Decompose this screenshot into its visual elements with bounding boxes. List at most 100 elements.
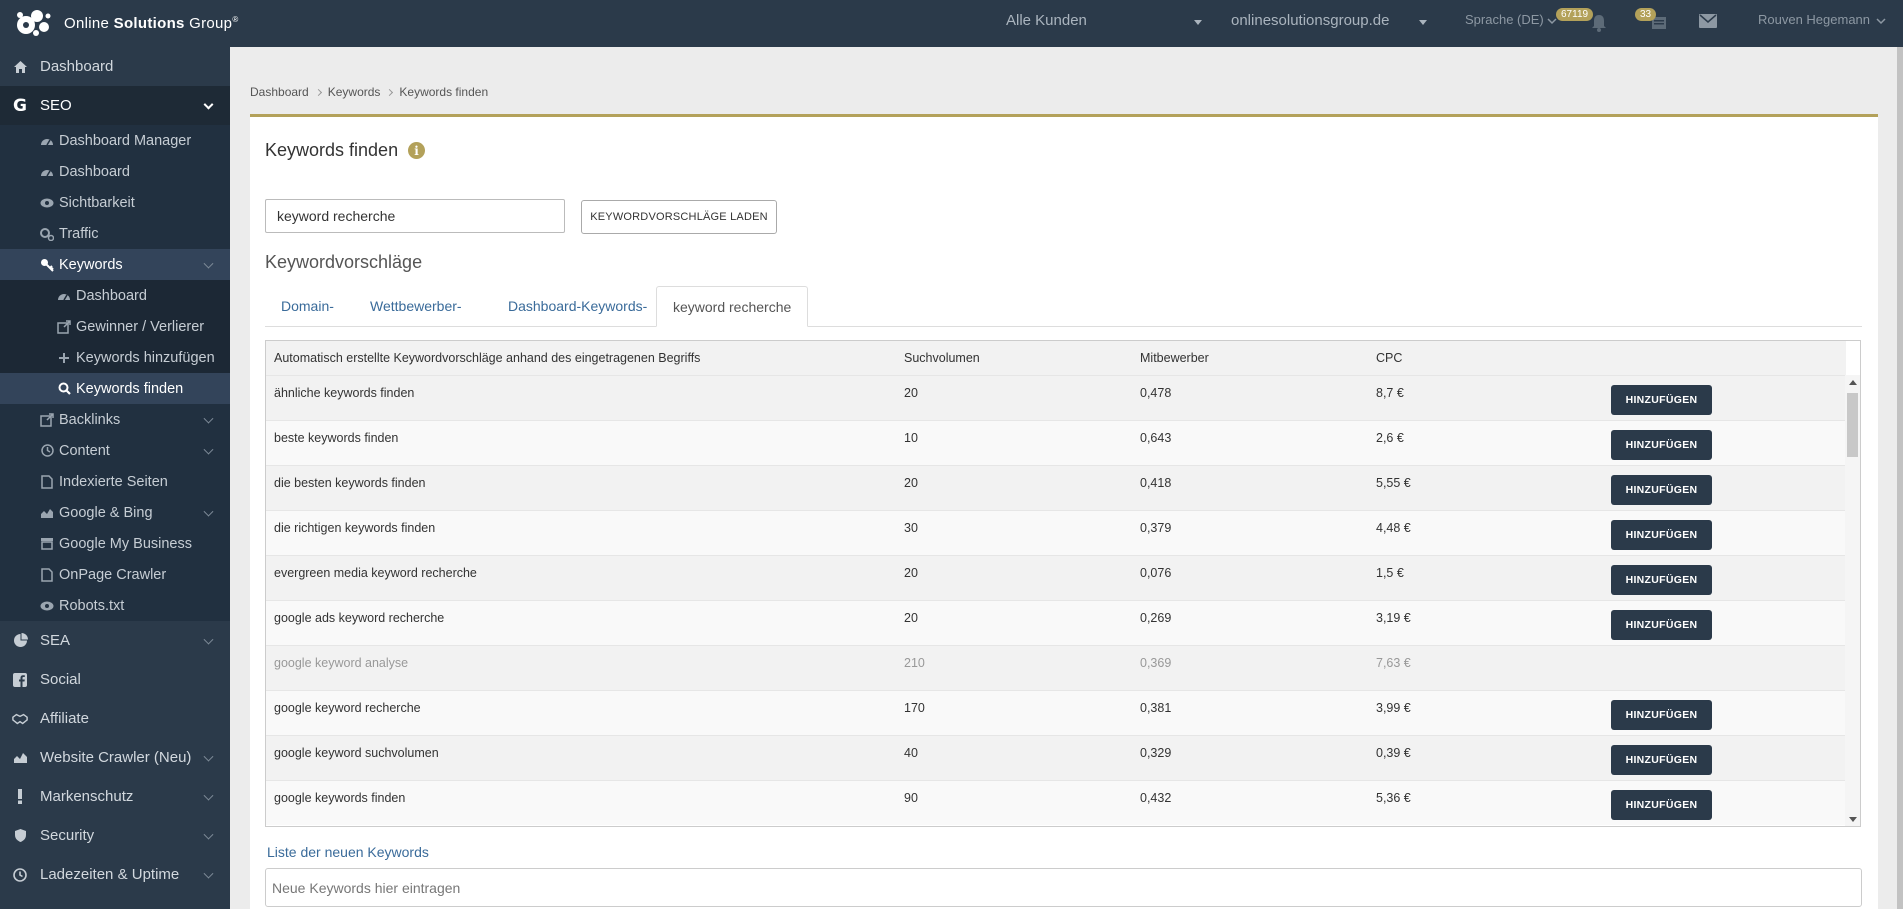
- chevron-down-icon: [203, 829, 214, 840]
- sidebar-label: Dashboard: [76, 287, 147, 304]
- area-chart-icon: [40, 506, 54, 520]
- sidebar-item-indexierte-seiten[interactable]: Indexierte Seiten: [0, 466, 230, 497]
- sidebar-label: Dashboard: [40, 58, 114, 75]
- notifications-badge[interactable]: 67119: [1556, 8, 1594, 21]
- page-scrollbar[interactable]: [1897, 47, 1903, 909]
- scroll-up-icon[interactable]: [1849, 380, 1857, 385]
- cell-competitors: 0,432: [1140, 791, 1172, 805]
- sidebar-item-traffic[interactable]: Traffic: [0, 218, 230, 249]
- info-icon[interactable]: i: [408, 142, 426, 159]
- chevron-down-icon: [203, 258, 214, 269]
- domain-select-caret-icon[interactable]: [1419, 20, 1427, 25]
- user-menu[interactable]: Rouven Hegemann: [1758, 12, 1870, 27]
- scroll-thumb[interactable]: [1847, 393, 1858, 457]
- key-icon: [40, 258, 54, 272]
- sidebar-item-gewinner-verlierer[interactable]: Gewinner / Verlierer: [0, 311, 230, 342]
- add-keyword-button[interactable]: HINZUFÜGEN: [1611, 790, 1712, 820]
- sidebar-item-social[interactable]: Social: [0, 660, 230, 699]
- cell-keyword: die richtigen keywords finden: [274, 521, 436, 535]
- tab-dashboard-keywords[interactable]: Dashboard-Keywords-: [492, 286, 663, 327]
- table-scrollbar[interactable]: [1845, 375, 1860, 826]
- sidebar-item-website-crawler[interactable]: Website Crawler (Neu): [0, 738, 230, 777]
- domain-select[interactable]: onlinesolutionsgroup.de: [1231, 12, 1389, 29]
- chevron-down-icon: [203, 444, 214, 455]
- tab-domain[interactable]: Domain-: [265, 286, 350, 327]
- column-header-cpc: CPC: [1376, 351, 1403, 365]
- sidebar-label: SEO: [40, 97, 72, 114]
- sidebar-item-google-my-business[interactable]: Google My Business: [0, 528, 230, 559]
- messages-badge[interactable]: 33: [1635, 8, 1657, 21]
- sidebar-label: Traffic: [59, 225, 99, 242]
- sidebar-item-seo[interactable]: G SEO: [0, 86, 230, 125]
- sidebar-item-keywords[interactable]: Keywords: [0, 249, 230, 280]
- sidebar-item-keywords-finden[interactable]: Keywords finden: [0, 373, 230, 404]
- sidebar-item-sichtbarkeit[interactable]: Sichtbarkeit: [0, 187, 230, 218]
- add-keyword-button[interactable]: HINZUFÜGEN: [1611, 475, 1712, 505]
- keyword-search-input[interactable]: [265, 199, 565, 233]
- tab-wettbewerber[interactable]: Wettbewerber-: [354, 286, 478, 327]
- add-keyword-button[interactable]: HINZUFÜGEN: [1611, 430, 1712, 460]
- logo[interactable]: Online Solutions Group®: [14, 8, 239, 38]
- sidebar-item-affiliate[interactable]: Affiliate: [0, 699, 230, 738]
- breadcrumb-separator-icon: [386, 88, 394, 96]
- eye-icon: [40, 196, 54, 210]
- dashboard-gauge-icon: [40, 134, 54, 148]
- suggestion-tabs: Domain- Wettbewerber- Dashboard-Keywords…: [265, 286, 1862, 327]
- sidebar-item-content[interactable]: Content: [0, 435, 230, 466]
- sidebar-item-dashboard-manager[interactable]: Dashboard Manager: [0, 125, 230, 156]
- cell-keyword: google keywords finden: [274, 791, 406, 805]
- sidebar-item-security[interactable]: Security: [0, 816, 230, 855]
- language-select[interactable]: Sprache (DE): [1465, 12, 1544, 27]
- breadcrumb-item[interactable]: Dashboard: [250, 85, 309, 99]
- add-keyword-button[interactable]: HINZUFÜGEN: [1611, 520, 1712, 550]
- new-keywords-input[interactable]: [265, 868, 1862, 907]
- breadcrumb: Dashboard Keywords Keywords finden: [250, 85, 488, 99]
- sidebar-item-backlinks[interactable]: Backlinks: [0, 404, 230, 435]
- cell-volume: 20: [904, 566, 918, 580]
- customer-select[interactable]: Alle Kunden: [1006, 12, 1087, 29]
- external-link-icon: [57, 319, 71, 334]
- language-chevron-icon[interactable]: [1547, 16, 1557, 26]
- load-suggestions-button[interactable]: KEYWORDVORSCHLÄGE LADEN: [581, 200, 777, 234]
- add-keyword-button[interactable]: HINZUFÜGEN: [1611, 745, 1712, 775]
- tab-keyword-recherche[interactable]: keyword recherche: [656, 286, 809, 327]
- cell-keyword: google ads keyword recherche: [274, 611, 445, 625]
- cell-competitors: 0,381: [1140, 701, 1172, 715]
- sidebar-item-dashboard[interactable]: Dashboard: [0, 47, 230, 86]
- sidebar-item-google-bing[interactable]: Google & Bing: [0, 497, 230, 528]
- cell-competitors: 0,379: [1140, 521, 1172, 535]
- sidebar-item-sea[interactable]: SEA: [0, 621, 230, 660]
- sidebar-label: Keywords: [59, 256, 123, 273]
- sidebar-label: Google My Business: [59, 535, 192, 552]
- envelope-icon[interactable]: [1699, 14, 1717, 28]
- sidebar-item-keywords-dashboard[interactable]: Dashboard: [0, 280, 230, 311]
- home-icon: [12, 59, 28, 75]
- add-keyword-button[interactable]: HINZUFÜGEN: [1611, 610, 1712, 640]
- sidebar-item-markenschutz[interactable]: Markenschutz: [0, 777, 230, 816]
- breadcrumb-item[interactable]: Keywords: [328, 85, 381, 99]
- scroll-down-icon[interactable]: [1849, 817, 1857, 822]
- sidebar-item-onpage-crawler[interactable]: OnPage Crawler: [0, 559, 230, 590]
- user-chevron-icon[interactable]: [1876, 16, 1886, 26]
- main-content: Dashboard Keywords Keywords finden Keywo…: [230, 47, 1903, 909]
- sidebar-item-keywords-hinzufuegen[interactable]: Keywords hinzufügen: [0, 342, 230, 373]
- sidebar-label: Website Crawler (Neu): [40, 749, 192, 766]
- sidebar-item-robots-txt[interactable]: Robots.txt: [0, 590, 230, 621]
- add-keyword-button[interactable]: HINZUFÜGEN: [1611, 565, 1712, 595]
- add-keyword-button[interactable]: HINZUFÜGEN: [1611, 385, 1712, 415]
- keywords-submenu: Dashboard Gewinner / Verlierer Keywords …: [0, 280, 230, 404]
- page-scroll-thumb[interactable]: [1897, 47, 1903, 909]
- page-title: Keywords finden i: [265, 140, 426, 161]
- add-keyword-button[interactable]: HINZUFÜGEN: [1611, 700, 1712, 730]
- cell-cpc: 5,36 €: [1376, 791, 1411, 805]
- sidebar-item-seo-dashboard[interactable]: Dashboard: [0, 156, 230, 187]
- chevron-down-icon: [203, 790, 214, 801]
- chevron-down-icon: [203, 506, 214, 517]
- sidebar-item-ladezeiten[interactable]: Ladezeiten & Uptime: [0, 855, 230, 894]
- dashboard-gauge-icon: [57, 289, 71, 303]
- customer-select-caret-icon[interactable]: [1194, 20, 1202, 25]
- page-title-text: Keywords finden: [265, 140, 399, 160]
- cell-volume: 10: [904, 431, 918, 445]
- table-row: google ads keyword recherche 20 0,269 3,19 …: [266, 600, 1846, 645]
- sidebar: Dashboard G SEO Dashboard Manager Dashbo…: [0, 47, 230, 909]
